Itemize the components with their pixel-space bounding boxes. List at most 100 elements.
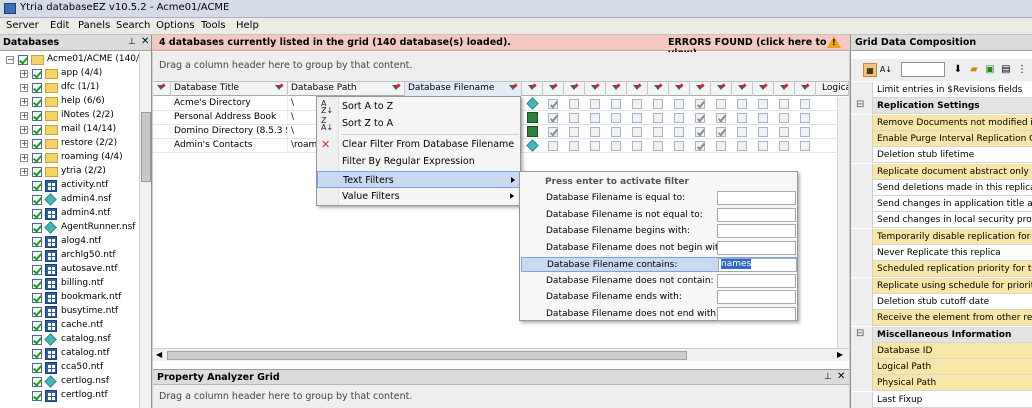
menu-clear-filter[interactable]: ✕ Clear Filter From Database Filename [317,136,520,153]
column-logical[interactable]: Logica [819,82,849,96]
cell-checkbox[interactable] [779,113,789,123]
expand-icon[interactable]: + [20,84,28,92]
property-analyzer-group-area[interactable]: Drag a column header here to group by th… [153,385,849,408]
composition-search-input[interactable] [901,62,945,77]
menu-sort-a-to-z[interactable]: A Z↓ Sort A to Z [317,98,520,115]
scroll-right-arrow-icon[interactable]: ▶ [837,350,843,359]
cell-checkbox[interactable] [590,113,600,123]
property-row[interactable]: Remove Documents not modified in t [851,114,1032,131]
expand-icon[interactable]: + [20,98,28,106]
filter-icon[interactable] [591,85,599,92]
grid-vertical-scrollbar[interactable] [837,97,849,348]
cell-checkbox[interactable] [737,113,747,123]
column-flag[interactable] [564,82,585,96]
column-flag[interactable] [795,82,816,96]
filter-icon[interactable] [570,85,578,92]
cell-checkbox[interactable] [716,127,726,137]
cell-checkbox[interactable] [758,127,768,137]
menu-help[interactable]: Help [236,20,259,31]
filter-icon[interactable] [696,85,704,92]
cell-checkbox[interactable] [569,113,579,123]
column-flag[interactable] [543,82,564,96]
menu-options[interactable]: Options [156,20,195,31]
cell-checkbox[interactable] [653,113,663,123]
filter-icon[interactable] [549,85,557,92]
column-flag[interactable] [606,82,627,96]
close-icon[interactable]: ✕ [141,36,149,47]
cell-checkbox[interactable] [779,99,789,109]
cell-checkbox[interactable] [800,99,810,109]
tree-item-checkbox[interactable] [32,223,42,233]
text-filter-input[interactable] [717,207,796,222]
tree-item-checkbox[interactable] [32,69,42,79]
column-flag[interactable] [585,82,606,96]
scroll-left-arrow-icon[interactable]: ◀ [156,350,162,359]
filter-icon[interactable] [392,85,400,92]
column-flag[interactable] [648,82,669,96]
tree-item-checkbox[interactable] [18,55,28,65]
cell-checkbox[interactable] [611,127,621,137]
property-row[interactable]: Enable Purge Interval Replication Cont [851,130,1032,147]
save-icon[interactable]: ▣ [983,63,997,77]
menu-sort-z-to-a[interactable]: Z A↓ Sort Z to A [317,115,520,132]
cell-checkbox[interactable] [548,113,558,123]
menu-panels[interactable]: Panels [78,20,110,31]
column-database-filename[interactable]: Database Filename [405,82,522,96]
status-banner[interactable]: 4 databases currently listed in the grid… [153,35,849,59]
expand-icon[interactable]: + [20,70,28,78]
cell-checkbox[interactable] [653,99,663,109]
scrollbar-thumb[interactable] [167,351,687,360]
text-filter-input[interactable] [717,290,796,304]
cell-checkbox[interactable] [758,99,768,109]
column-database-path[interactable]: Database Path [288,82,405,96]
property-row[interactable]: Scheduled replication priority for this … [851,261,1032,278]
menu-edit[interactable]: Edit [50,20,69,31]
cell-checkbox[interactable] [590,141,600,151]
cell-checkbox[interactable] [779,141,789,151]
warning-icon[interactable] [827,36,841,48]
tree-item-checkbox[interactable] [32,321,42,331]
pin-icon[interactable]: ⊥ [128,37,136,47]
tree-item-checkbox[interactable] [32,139,42,149]
tree-item-checkbox[interactable] [32,181,42,191]
expand-icon[interactable]: + [20,154,28,162]
property-row[interactable]: Deletion stub cutoff date [851,293,1032,310]
property-category[interactable]: Replication Settings [851,98,1032,115]
tree-item-checkbox[interactable] [32,391,42,401]
pin-icon[interactable]: ⊥ [824,372,832,382]
text-filter-option[interactable]: Database Filename begins with: [521,224,797,239]
expand-icon[interactable]: + [20,126,28,134]
cell-checkbox[interactable] [548,127,558,137]
tree-item-checkbox[interactable] [32,293,42,303]
tree-item-checkbox[interactable] [32,335,42,345]
tree-item-checkbox[interactable] [32,125,42,135]
cell-checkbox[interactable] [611,99,621,109]
tree-item-checkbox[interactable] [32,153,42,163]
property-row[interactable]: Send deletions made in this replica to [851,179,1032,196]
property-row[interactable]: Limit entries in $Revisions fields [851,82,1032,98]
cell-checkbox[interactable] [569,141,579,151]
menu-search[interactable]: Search [116,20,150,31]
cell-checkbox[interactable] [695,113,705,123]
tree-scrollbar[interactable] [139,52,151,408]
filter-icon[interactable] [654,85,662,92]
text-filter-option[interactable]: Database Filename is not equal to: [521,207,797,223]
filter-icon[interactable] [528,85,536,92]
cell-checkbox[interactable] [737,99,747,109]
cell-checkbox[interactable] [548,99,558,109]
group-by-area[interactable]: Drag a column header here to group by th… [153,52,849,82]
tree-item-checkbox[interactable] [32,279,42,289]
filter-icon[interactable] [633,85,641,92]
column-flag[interactable] [732,82,753,96]
cell-checkbox[interactable] [632,113,642,123]
cell-checkbox[interactable] [653,141,663,151]
cell-checkbox[interactable] [716,141,726,151]
text-filter-input[interactable]: names [718,258,797,272]
property-row[interactable]: Replicate document abstract only [851,163,1032,180]
tree-item-checkbox[interactable] [32,251,42,261]
column-flag[interactable] [753,82,774,96]
filter-icon[interactable] [675,85,683,92]
property-row[interactable]: Physical Path [851,375,1032,392]
cell-checkbox[interactable] [695,141,705,151]
cell-checkbox[interactable] [800,127,810,137]
